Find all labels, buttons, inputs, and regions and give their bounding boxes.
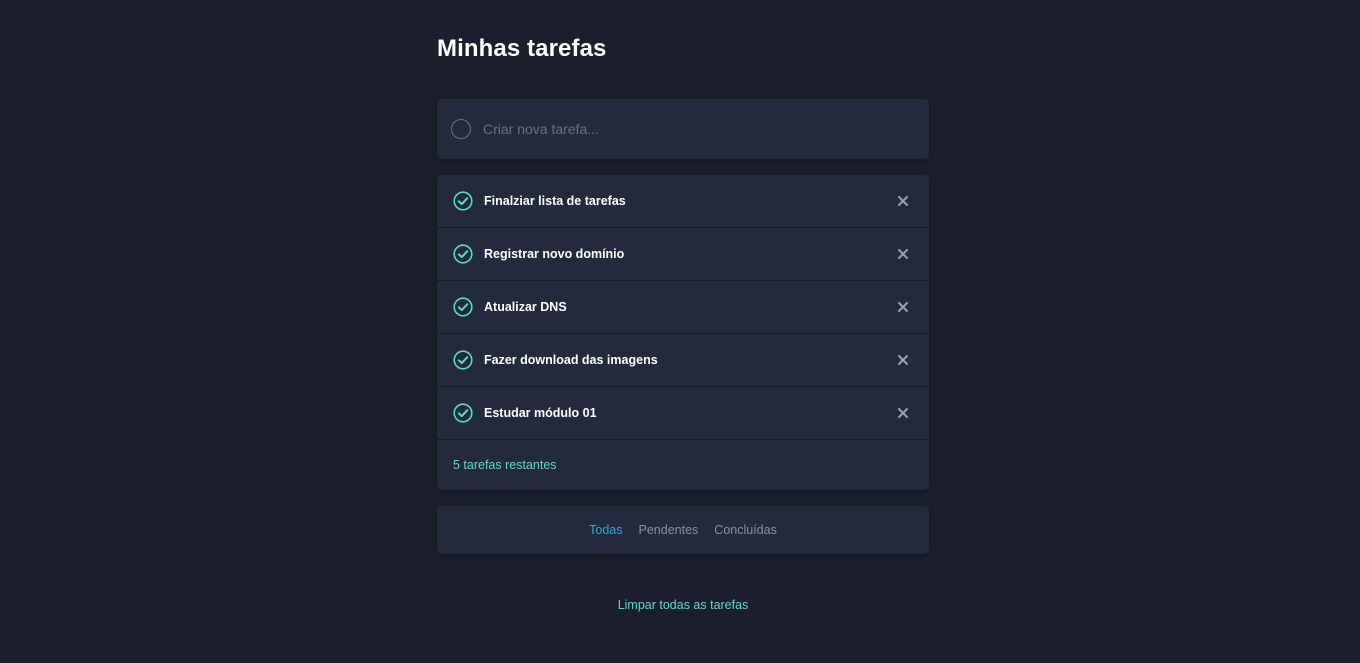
task-label: Estudar módulo 01 [484,406,597,420]
new-task-input[interactable] [483,114,929,144]
page-title: Minhas tarefas [437,35,607,62]
task-item: Fazer download das imagens [437,334,929,387]
close-icon[interactable] [897,195,909,207]
close-icon[interactable] [897,248,909,260]
remaining-count: 5 tarefas restantes [453,458,557,472]
new-task-bar [437,99,929,159]
clear-all-container: Limpar todas as tarefas [437,596,929,614]
task-label: Registrar novo domínio [484,247,625,261]
task-item: Atualizar DNS [437,281,929,334]
task-label: Atualizar DNS [484,300,567,314]
check-circle-icon[interactable] [453,191,473,211]
task-label: Finalziar lista de tarefas [484,194,626,208]
task-label: Fazer download das imagens [484,353,658,367]
close-icon[interactable] [897,301,909,313]
filter-pending[interactable]: Pendentes [639,523,699,537]
list-footer: 5 tarefas restantes [437,440,929,490]
task-item: Finalziar lista de tarefas [437,175,929,228]
task-item: Registrar novo domínio [437,228,929,281]
task-item: Estudar módulo 01 [437,387,929,440]
filter-done[interactable]: Concluídas [714,523,777,537]
task-list: Finalziar lista de tarefas Registrar nov… [437,175,929,490]
empty-circle-icon[interactable] [451,119,471,139]
close-icon[interactable] [897,407,909,419]
clear-all-button[interactable]: Limpar todas as tarefas [618,598,749,612]
check-circle-icon[interactable] [453,403,473,423]
filter-bar: Todas Pendentes Concluídas [437,506,929,554]
check-circle-icon[interactable] [453,350,473,370]
filter-all[interactable]: Todas [589,523,622,537]
check-circle-icon[interactable] [453,297,473,317]
check-circle-icon[interactable] [453,244,473,264]
close-icon[interactable] [897,354,909,366]
